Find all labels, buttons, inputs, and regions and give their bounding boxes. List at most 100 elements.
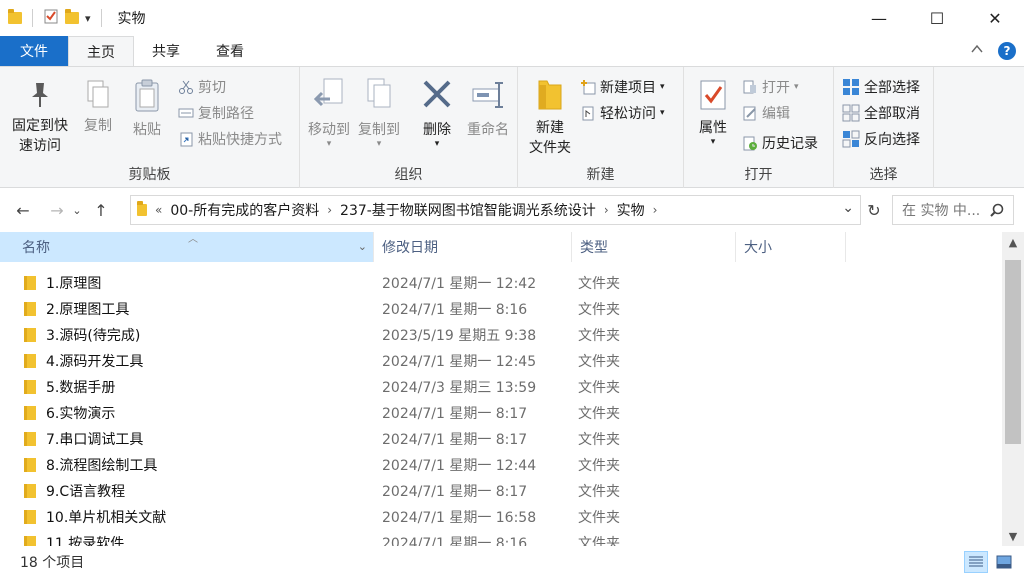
tab-file[interactable]: 文件: [0, 36, 68, 66]
file-date: 2024/7/1 星期一 8:17: [382, 432, 528, 448]
open-group-label: 打开: [744, 167, 773, 183]
vertical-scrollbar[interactable]: ▲ ▼: [1002, 232, 1024, 546]
tab-share[interactable]: 共享: [134, 36, 198, 66]
copy-path-label: 复制路径: [198, 106, 254, 122]
column-filter-chevron-icon[interactable]: ⌄: [358, 240, 367, 253]
list-item[interactable]: 4.源码开发工具 2024/7/1 星期一 12:45 文件夹: [0, 348, 1000, 374]
list-item[interactable]: 3.源码(待完成) 2023/5/19 星期五 9:38 文件夹: [0, 322, 1000, 348]
column-name[interactable]: ︿ 名称 ⌄: [0, 232, 374, 262]
search-input[interactable]: 在 实物 中...: [902, 200, 980, 220]
list-item[interactable]: 10.单片机相关文献 2024/7/1 星期一 16:58 文件夹: [0, 504, 1000, 530]
address-overflow[interactable]: «: [155, 203, 162, 217]
paste-shortcut-button[interactable]: 粘贴快捷方式: [178, 129, 282, 149]
file-date: 2024/7/1 星期一 8:16: [382, 536, 528, 546]
properties-dropdown-icon: ▾: [710, 137, 716, 147]
new-folder-icon: [538, 80, 562, 110]
easy-access-button[interactable]: 轻松访问 ▾: [580, 103, 665, 123]
breadcrumb-chevron-icon[interactable]: ›: [604, 203, 609, 217]
breadcrumb-item[interactable]: 实物: [617, 200, 645, 220]
delete-label: 删除: [423, 122, 451, 138]
file-name: 2.原理图工具: [46, 302, 130, 318]
new-item-label: 新建项目: [600, 80, 656, 96]
up-arrow-icon[interactable]: ↑: [88, 201, 114, 220]
file-name: 1.原理图: [46, 276, 102, 292]
refresh-icon[interactable]: ↻: [862, 195, 886, 225]
address-dropdown-icon[interactable]: ⌄: [842, 200, 854, 216]
folder-icon: [24, 458, 36, 472]
new-folder-qat-icon[interactable]: [65, 9, 79, 24]
select-all-button[interactable]: 全部选择: [842, 77, 920, 97]
breadcrumb-item[interactable]: 237-基于物联网图书馆智能调光系统设计: [340, 200, 596, 220]
help-icon[interactable]: ?: [998, 42, 1016, 60]
new-item-dropdown-icon: ▾: [660, 82, 665, 92]
properties-button[interactable]: 属性 ▾: [690, 77, 736, 147]
list-item[interactable]: 7.串口调试工具 2024/7/1 星期一 8:17 文件夹: [0, 426, 1000, 452]
edit-button[interactable]: 编辑: [742, 103, 790, 123]
ribbon-collapse-icon[interactable]: [970, 42, 984, 60]
history-button[interactable]: 历史记录: [742, 133, 818, 153]
breadcrumb-item[interactable]: 00-所有完成的客户资料: [170, 200, 319, 220]
address-bar[interactable]: « 00-所有完成的客户资料 › 237-基于物联网图书馆智能调光系统设计 › …: [130, 195, 861, 225]
paste-icon: [135, 79, 159, 112]
paste-button[interactable]: 粘贴: [124, 79, 170, 139]
history-icon: [743, 136, 757, 151]
scroll-up-icon[interactable]: ▲: [1002, 232, 1024, 252]
minimize-button[interactable]: —: [850, 0, 908, 36]
copy-to-button[interactable]: 复制到 ▾: [354, 77, 404, 149]
rename-label: 重命名: [467, 122, 509, 138]
copy-path-button[interactable]: 复制路径: [178, 103, 254, 123]
delete-dropdown-icon: ▾: [434, 139, 440, 149]
status-bar: 18 个项目: [0, 548, 1024, 576]
list-item[interactable]: 5.数据手册 2024/7/3 星期三 13:59 文件夹: [0, 374, 1000, 400]
quick-access-toolbar: ▾ 实物: [0, 0, 146, 36]
scroll-down-icon[interactable]: ▼: [1002, 526, 1024, 546]
open-button[interactable]: 打开 ▾: [742, 77, 799, 97]
properties-qat-icon[interactable]: [43, 8, 59, 28]
list-item[interactable]: 1.原理图 2024/7/1 星期一 12:42 文件夹: [0, 270, 1000, 296]
column-type[interactable]: 类型: [572, 232, 736, 262]
details-view-icon[interactable]: [964, 551, 988, 573]
move-to-button[interactable]: 移动到 ▾: [304, 77, 354, 149]
clipboard-group: 固定到快 速访问 复制 粘贴 剪切 复制路径 粘贴快捷方式 剪贴板: [0, 67, 300, 188]
forward-arrow-icon[interactable]: →: [44, 201, 70, 220]
delete-button[interactable]: 删除 ▾: [412, 77, 462, 149]
scrollbar-thumb[interactable]: [1005, 260, 1021, 444]
address-folder-icon: [137, 201, 147, 216]
folder-icon: [24, 276, 36, 290]
breadcrumb-chevron-icon[interactable]: ›: [653, 203, 658, 217]
pin-quick-access-button[interactable]: 固定到快 速访问: [6, 79, 74, 155]
cut-button[interactable]: 剪切: [178, 77, 226, 97]
large-icons-view-icon[interactable]: [992, 551, 1016, 573]
pin-label-line1: 固定到快: [12, 118, 68, 134]
new-group: 新建 文件夹 新建项目 ▾ 轻松访问 ▾ 新建: [518, 67, 684, 188]
close-button[interactable]: ✕: [966, 0, 1024, 36]
list-item[interactable]: 8.流程图绘制工具 2024/7/1 星期一 12:44 文件夹: [0, 452, 1000, 478]
organize-group-label: 组织: [394, 167, 423, 183]
column-date[interactable]: 修改日期: [374, 232, 572, 262]
new-item-button[interactable]: 新建项目 ▾: [580, 77, 665, 97]
list-item[interactable]: 2.原理图工具 2024/7/1 星期一 8:16 文件夹: [0, 296, 1000, 322]
tab-home[interactable]: 主页: [68, 36, 134, 66]
search-icon[interactable]: [989, 202, 1005, 218]
maximize-button[interactable]: ☐: [908, 0, 966, 36]
back-arrow-icon[interactable]: ←: [10, 201, 36, 220]
folder-icon: [8, 9, 22, 24]
search-box[interactable]: 在 实物 中...: [892, 195, 1014, 225]
copy-button[interactable]: 复制: [76, 79, 120, 135]
select-all-icon: [843, 79, 859, 95]
list-item[interactable]: 9.C语言教程 2024/7/1 星期一 8:17 文件夹: [0, 478, 1000, 504]
list-item[interactable]: 6.实物演示 2024/7/1 星期一 8:17 文件夹: [0, 400, 1000, 426]
new-folder-button[interactable]: 新建 文件夹: [524, 77, 576, 157]
list-item[interactable]: 11.按录软件 2024/7/1 星期一 8:16 文件夹: [0, 530, 1000, 546]
tab-view[interactable]: 查看: [198, 36, 262, 66]
folder-icon: [24, 354, 36, 368]
column-size[interactable]: 大小: [736, 232, 846, 262]
sort-ascending-icon: ︿: [188, 234, 198, 245]
breadcrumb-chevron-icon[interactable]: ›: [327, 203, 332, 217]
rename-button[interactable]: 重命名: [462, 77, 514, 139]
invert-selection-button[interactable]: 反向选择: [842, 129, 920, 149]
select-none-button[interactable]: 全部取消: [842, 103, 920, 123]
select-none-icon: [842, 104, 860, 122]
recent-locations-chevron-icon[interactable]: ⌄: [70, 204, 84, 217]
qat-dropdown-icon[interactable]: ▾: [85, 12, 91, 25]
